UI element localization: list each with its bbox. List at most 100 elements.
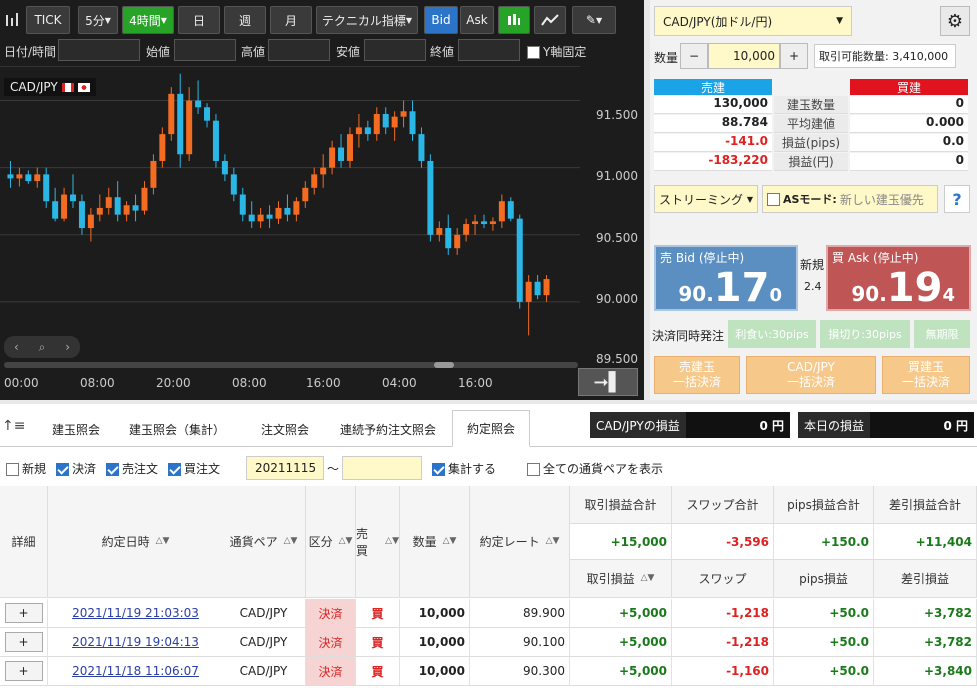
net-total-header-label: 差引損益合計 (888, 498, 961, 512)
filter-bar: 新規 決済 売注文 買注文 (6, 460, 220, 477)
execution-date-link[interactable]: 2021/11/19 19:04:13 (72, 635, 199, 649)
chart-area[interactable] (0, 66, 580, 368)
filter-new[interactable]: 新規 (6, 460, 46, 477)
candle-icon[interactable] (4, 12, 20, 28)
zoom-icon[interactable]: ⌕ (39, 340, 46, 355)
quantity-plus-button[interactable]: + (780, 43, 808, 69)
filter-settle[interactable]: 決済 (56, 460, 96, 477)
kind-header-label: 区分 (308, 535, 333, 549)
tab-5[interactable]: 約定照会 (452, 410, 530, 447)
close-all-buy-button[interactable]: 買建玉 一括決済 (882, 356, 970, 394)
trade-pl-header[interactable]: 取引損益 △▼ (570, 560, 672, 598)
net-header: 差引損益 (874, 560, 977, 598)
close-pair-label1: CAD/JPY (787, 360, 835, 374)
sell-bid-button[interactable]: 売 Bid (停止中) 90. 17 0 (654, 245, 798, 311)
yfix-label: Y軸固定 (543, 45, 587, 59)
take-profit-button[interactable]: 利食い:30pips (728, 320, 816, 348)
pair-value: CAD/JPY (239, 664, 288, 678)
filter-settle-checkbox[interactable] (56, 463, 70, 476)
execution-date-link[interactable]: 2021/11/19 21:03:03 (72, 606, 199, 620)
qty-value: 10,000 (418, 664, 465, 678)
stop-loss-button[interactable]: 損切り:30pips (820, 320, 910, 348)
date-from-input[interactable]: 20211115 (246, 456, 324, 480)
draw-tool-button[interactable]: ✎ ▼ (572, 6, 616, 34)
candle-body (543, 279, 550, 296)
chevron-right-icon[interactable]: › (65, 340, 70, 354)
japan-flag-icon (77, 82, 90, 92)
candle-body (293, 201, 300, 215)
date-field (58, 39, 140, 61)
tab-4[interactable]: 連続予約注文照会 (332, 412, 444, 446)
candle-body (302, 187, 309, 202)
day-button[interactable]: 日 (178, 6, 220, 34)
filter-sell[interactable]: 売注文 (106, 460, 158, 477)
as-mode-checkbox[interactable] (767, 192, 780, 206)
month-button[interactable]: 月 (270, 6, 312, 34)
show-all-pairs-toggle[interactable]: 全ての通貨ペアを表示 (527, 460, 663, 477)
candle-body (409, 111, 416, 135)
high-field (268, 39, 330, 61)
candle-body (284, 207, 291, 215)
quantity-input[interactable]: 10,000 (708, 43, 780, 69)
expand-row-button[interactable]: + (4, 661, 43, 681)
tab-1[interactable]: 建玉照会 (38, 412, 114, 446)
tab-2[interactable]: 建玉照会（集計） (118, 412, 236, 446)
aggregate-toggle[interactable]: 集計する (432, 460, 496, 477)
4hour-button[interactable]: 4時間 ▼ (122, 6, 174, 34)
scroll-latest-button[interactable]: ➞▌ (578, 368, 638, 396)
expand-row-button[interactable]: + (4, 603, 43, 623)
pair-header[interactable]: 通貨ペア △▼ (222, 486, 306, 598)
bid-button[interactable]: Bid (424, 6, 458, 34)
table-cell: CAD/JPY (222, 599, 306, 628)
candle-body (311, 174, 318, 188)
candle-chart-button[interactable] (498, 6, 530, 34)
time-axis-label: 00:00 (4, 376, 39, 390)
technical-indicators-button[interactable]: テクニカル指標 ▼ (316, 6, 418, 34)
ask-button[interactable]: Ask (460, 6, 494, 34)
tab-3[interactable]: 注文照会 (240, 412, 330, 446)
line-chart-button[interactable] (534, 6, 566, 34)
week-button[interactable]: 週 (224, 6, 266, 34)
sort-menu-icon[interactable]: ↑≡ (2, 418, 25, 434)
scrollbar-thumb[interactable] (434, 362, 454, 368)
execution-date-link[interactable]: 2021/11/18 11:06:07 (72, 664, 199, 678)
table-cell: 決済 (306, 628, 356, 657)
yfix-check[interactable] (527, 46, 540, 59)
candle-body (186, 100, 193, 155)
help-button[interactable]: ? (944, 185, 970, 213)
quantity-minus-button[interactable]: − (680, 43, 708, 69)
chart-scrollbar[interactable] (4, 362, 578, 368)
streaming-select[interactable]: ストリーミング ▼ (654, 185, 758, 213)
close-all-sell-button[interactable]: 売建玉 一括決済 (654, 356, 740, 394)
rate-header[interactable]: 約定レート △▼ (470, 486, 570, 598)
unlimited-button[interactable]: 無期限 (914, 320, 970, 348)
price-axis-label: 91.000 (596, 169, 638, 183)
close-field (458, 39, 520, 61)
kind-header[interactable]: 区分 △▼ (306, 486, 356, 598)
buy-ask-button[interactable]: 買 Ask (停止中) 90. 19 4 (826, 245, 971, 311)
5min-button[interactable]: 5分 ▼ (78, 6, 118, 34)
as-mode-label: ASモード: (783, 193, 837, 206)
show-all-pairs-checkbox[interactable] (527, 463, 540, 476)
filter-buy[interactable]: 買注文 (168, 460, 220, 477)
as-mode-toggle[interactable]: ASモード: 新しい建玉優先 (762, 185, 938, 213)
close-all-pair-button[interactable]: CAD/JPY 一括決済 (746, 356, 876, 394)
aggregate-checkbox[interactable] (432, 463, 445, 476)
filter-sell-checkbox[interactable] (106, 463, 120, 476)
tick-button[interactable]: TICK (26, 6, 70, 34)
side-header[interactable]: 売買 △▼ (356, 486, 400, 598)
filter-buy-checkbox[interactable] (168, 463, 182, 476)
date-header[interactable]: 約定日時 △▼ (48, 486, 224, 598)
chevron-left-icon[interactable]: ‹ (14, 340, 19, 354)
date-header-label: 約定日時 (101, 535, 150, 549)
candle-body (382, 113, 389, 128)
date-to-input[interactable] (342, 456, 422, 480)
yfix-checkbox[interactable]: Y軸固定 (527, 43, 586, 60)
expand-row-button[interactable]: + (4, 632, 43, 652)
qty-header[interactable]: 数量 △▼ (400, 486, 470, 598)
buy-position-value: 0 (850, 153, 968, 171)
currency-pair-select[interactable]: CAD/JPY(加ドル/円) ▼ (654, 6, 852, 36)
settings-button[interactable]: ⚙ (940, 6, 970, 36)
filter-new-checkbox[interactable] (6, 463, 19, 476)
table-cell: 90.300 (470, 657, 570, 686)
